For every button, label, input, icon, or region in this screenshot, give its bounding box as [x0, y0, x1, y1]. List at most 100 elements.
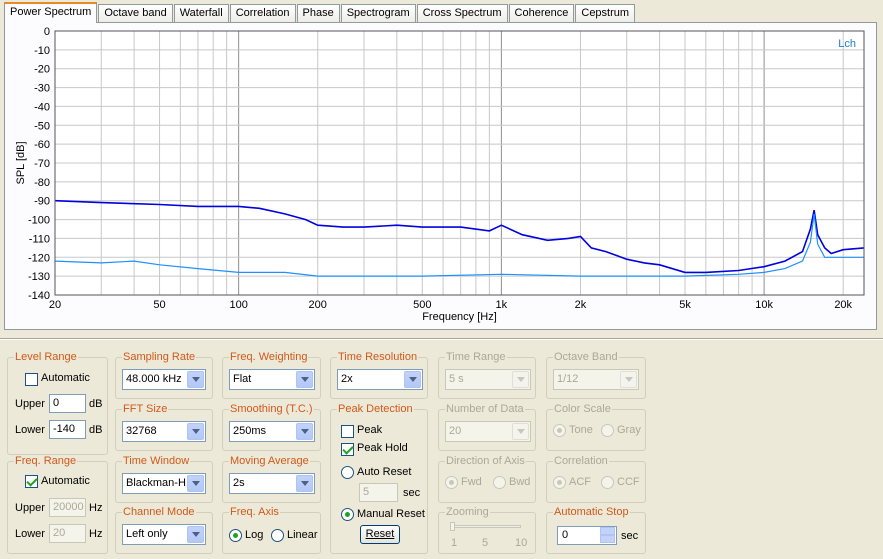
x-tick-label: 500 — [413, 299, 431, 311]
time-resolution-value: 2x — [341, 373, 353, 385]
smoothing-title: Smoothing (T.C.) — [229, 403, 314, 415]
level-lower-input[interactable]: -140 — [49, 420, 86, 439]
freq-lower-label: Lower — [15, 528, 45, 540]
chevron-down-icon — [187, 526, 204, 543]
level-upper-input[interactable]: 0 — [49, 394, 86, 413]
tone-radio[interactable] — [553, 424, 566, 437]
freq-upper-unit: Hz — [89, 502, 103, 514]
time-window-select[interactable]: Blackman-H... — [122, 473, 206, 494]
peak-checkbox[interactable] — [341, 425, 354, 438]
x-tick-label: 2k — [575, 299, 587, 311]
smoothing-group: Smoothing (T.C.) 250ms — [222, 403, 321, 451]
number-of-data-select[interactable]: 20 — [445, 421, 531, 442]
freq-axis-log-label: Log — [245, 529, 264, 541]
reset-button[interactable]: Reset — [360, 525, 400, 544]
freq-automatic-checkbox[interactable] — [25, 475, 38, 488]
chevron-down-icon — [296, 475, 313, 492]
level-lower-label: Lower — [15, 424, 45, 436]
zoom-tick-1: 1 — [451, 537, 458, 549]
automatic-stop-title: Automatic Stop — [553, 506, 630, 518]
time-range-group: Time Range 5 s — [438, 351, 536, 399]
level-upper-unit: dB — [89, 398, 103, 410]
acf-radio[interactable] — [553, 476, 566, 489]
sampling-rate-select[interactable]: 48.000 kHz — [122, 369, 206, 390]
freq-weighting-title: Freq. Weighting — [229, 351, 309, 363]
y-tick-label: -80 — [34, 177, 50, 189]
chevron-down-icon — [296, 423, 313, 440]
y-tick-label: -60 — [34, 139, 50, 151]
tab-strip: Power Spectrum Octave band Waterfall Cor… — [4, 2, 636, 23]
freq-lower-unit: Hz — [89, 528, 103, 540]
tone-label: Tone — [569, 424, 593, 436]
bwd-radio[interactable] — [493, 476, 506, 489]
moving-average-select[interactable]: 2s — [229, 473, 315, 494]
freq-upper-input[interactable]: 20000 — [49, 498, 86, 517]
manual-reset-radio[interactable] — [341, 508, 354, 521]
auto-reset-radio[interactable] — [341, 466, 354, 479]
sampling-rate-title: Sampling Rate — [122, 351, 197, 363]
spin-up-icon[interactable] — [600, 527, 615, 535]
chevron-down-icon — [187, 423, 204, 440]
x-tick-label: 5k — [679, 299, 691, 311]
smoothing-select[interactable]: 250ms — [229, 421, 315, 442]
number-of-data-group: Number of Data 20 — [438, 403, 536, 451]
freq-axis-log-radio[interactable] — [229, 529, 242, 542]
y-tick-label: -30 — [34, 83, 50, 95]
fft-size-title: FFT Size — [122, 403, 169, 415]
tab-coherence[interactable]: Coherence — [508, 4, 575, 23]
gray-radio[interactable] — [601, 424, 614, 437]
level-range-group: Level Range Automatic Upper 0 dB Lower -… — [7, 351, 108, 455]
tab-spectrogram[interactable]: Spectrogram — [340, 4, 416, 23]
moving-average-group: Moving Average 2s — [222, 455, 321, 503]
zooming-slider-track[interactable] — [451, 525, 521, 528]
tab-octave-band[interactable]: Octave band — [98, 4, 173, 23]
y-tick-label: -110 — [29, 233, 50, 245]
channel-mode-select[interactable]: Left only — [122, 524, 206, 545]
y-axis-label: SPL [dB] — [15, 141, 27, 184]
freq-automatic-label: Automatic — [41, 475, 90, 487]
fwd-radio[interactable] — [445, 476, 458, 489]
tab-power-spectrum[interactable]: Power Spectrum — [4, 2, 98, 23]
tab-waterfall[interactable]: Waterfall — [173, 4, 229, 23]
auto-reset-seconds-input[interactable]: 5 — [359, 483, 398, 502]
freq-lower-input[interactable]: 20 — [49, 524, 86, 543]
auto-reset-unit: sec — [403, 487, 421, 499]
time-range-select[interactable]: 5 s — [445, 369, 531, 390]
peak-detection-title: Peak Detection — [337, 403, 414, 415]
freq-range-title: Freq. Range — [14, 455, 78, 467]
peak-label: Peak — [357, 424, 383, 436]
chevron-down-icon — [187, 371, 204, 388]
freq-weighting-group: Freq. Weighting Flat — [222, 351, 321, 399]
moving-average-title: Moving Average — [229, 455, 310, 467]
x-tick-label: 1k — [496, 299, 508, 311]
freq-weighting-select[interactable]: Flat — [229, 369, 315, 390]
direction-of-axis-group: Direction of Axis Fwd Bwd — [438, 455, 536, 503]
level-upper-label: Upper — [15, 398, 45, 410]
peak-hold-checkbox[interactable] — [341, 443, 354, 456]
tab-phase[interactable]: Phase — [296, 4, 340, 23]
moving-average-value: 2s — [233, 477, 245, 489]
fwd-label: Fwd — [461, 476, 482, 488]
acf-label: ACF — [569, 476, 591, 488]
freq-weighting-value: Flat — [233, 373, 252, 385]
tab-cepstrum[interactable]: Cepstrum — [575, 4, 636, 23]
correlation-group: Correlation ACF CCF — [546, 455, 646, 503]
ccf-radio[interactable] — [601, 476, 614, 489]
time-resolution-select[interactable]: 2x — [337, 369, 423, 390]
zooming-slider-thumb[interactable] — [450, 522, 455, 531]
automatic-stop-unit: sec — [621, 530, 639, 542]
tab-correlation[interactable]: Correlation — [229, 4, 296, 23]
freq-axis-linear-radio[interactable] — [271, 529, 284, 542]
zooming-group: Zooming 1 5 10 — [438, 506, 536, 554]
time-window-value: Blackman-H... — [126, 477, 196, 489]
auto-reset-label: Auto Reset — [357, 466, 412, 478]
chevron-down-icon — [187, 475, 204, 492]
number-of-data-value: 20 — [449, 425, 462, 437]
automatic-stop-spinner[interactable]: 0 — [557, 526, 617, 545]
freq-axis-group: Freq. Axis Log Linear — [222, 506, 321, 554]
octave-band-select[interactable]: 1/12 — [553, 369, 639, 390]
fft-size-select[interactable]: 32768 — [122, 421, 206, 442]
spin-down-icon[interactable] — [600, 535, 615, 543]
tab-cross-spectrum[interactable]: Cross Spectrum — [416, 4, 508, 23]
level-automatic-checkbox[interactable] — [25, 373, 38, 386]
